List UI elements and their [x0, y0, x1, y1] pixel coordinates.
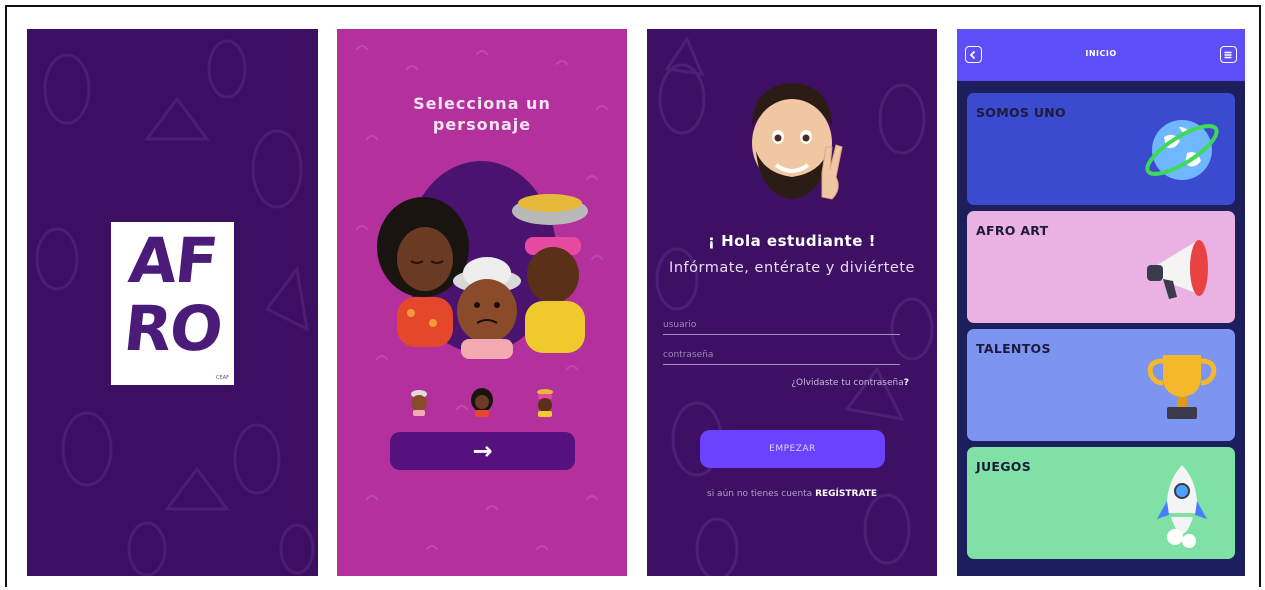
login-screen: ¡ Hola estudiante ! Infórmate, entérate …: [647, 29, 937, 576]
screenshot-frame: AF RO CEAF Selecciona un personaje → ¡ H…: [5, 5, 1261, 587]
rocket-icon: [1157, 465, 1207, 548]
character-thumbnails: [411, 388, 553, 417]
menu-button[interactable]: [1220, 46, 1237, 63]
character-select-title: Selecciona un personaje: [337, 93, 627, 135]
register-prompt-text: si aún no tienes cuenta: [707, 489, 813, 499]
card-somos-uno[interactable]: SOMOS UNO: [967, 93, 1235, 205]
card-talentos[interactable]: TALENTOS: [967, 329, 1235, 441]
logo-line-1: AF: [125, 224, 220, 297]
student-avatar-icon: [752, 83, 843, 200]
greeting-subtitle: Infórmate, entérate y diviértete: [669, 260, 915, 276]
forgot-password-link[interactable]: ¿Olvidaste tu contraseña?: [791, 378, 909, 388]
password-input[interactable]: [663, 345, 900, 365]
username-input[interactable]: [663, 315, 900, 335]
afro-logo: AF RO CEAF: [111, 222, 234, 385]
megaphone-icon: [1147, 240, 1208, 299]
forgot-password-question-mark: ?: [903, 378, 909, 388]
greeting-title: ¡ Hola estudiante !: [708, 232, 876, 250]
woman-thumbnail-icon[interactable]: [537, 389, 553, 417]
page-title: INICIO: [1085, 49, 1117, 58]
card-label: TALENTOS: [976, 341, 1051, 356]
card-juegos[interactable]: JUEGOS: [967, 447, 1235, 559]
boy-character[interactable]: [453, 257, 521, 359]
girl-thumbnail-icon[interactable]: [471, 388, 493, 417]
card-label: SOMOS UNO: [976, 105, 1066, 120]
top-bar: INICIO: [957, 29, 1245, 81]
splash-screen: AF RO CEAF: [27, 29, 318, 576]
logo-line-2: RO: [120, 292, 225, 365]
card-afro-art[interactable]: AFRO ART: [967, 211, 1235, 323]
card-label: AFRO ART: [976, 223, 1049, 238]
character-select-screen: Selecciona un personaje →: [337, 29, 627, 576]
card-label: JUEGOS: [976, 459, 1032, 474]
start-button[interactable]: EMPEZAR: [700, 430, 885, 468]
title-line-2: personaje: [432, 115, 532, 134]
boy-thumbnail-icon[interactable]: [411, 390, 427, 416]
home-screen: INICIO SOMOS UNO AFRO ART TALENTOS JUEGO…: [957, 29, 1245, 576]
logo-small-text: CEAF: [216, 375, 229, 381]
woman-character[interactable]: [512, 194, 588, 353]
trophy-icon: [1147, 355, 1217, 419]
title-line-1: Selecciona un: [413, 94, 551, 113]
menu-icon: [1224, 51, 1232, 59]
globe-icon: [1145, 120, 1219, 180]
forgot-password-text: ¿Olvidaste tu contraseña: [791, 378, 904, 388]
girl-character[interactable]: [377, 197, 469, 347]
characters-illustration: [377, 194, 588, 359]
register-prompt-line: si aún no tienes cuenta REGÍSTRATE: [647, 489, 937, 499]
register-link[interactable]: REGÍSTRATE: [815, 489, 877, 499]
next-button[interactable]: →: [390, 432, 575, 470]
